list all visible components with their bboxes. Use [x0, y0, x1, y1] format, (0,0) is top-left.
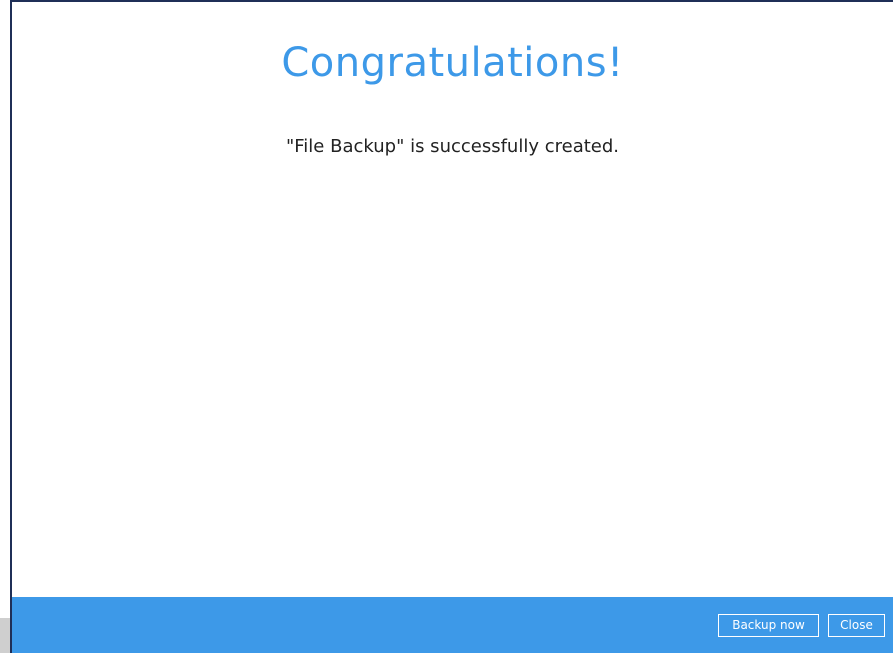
success-message: "File Backup" is successfully created.: [285, 136, 620, 157]
dialog-footer: Backup now Close: [12, 597, 893, 653]
backup-now-button[interactable]: Backup now: [718, 614, 819, 637]
completion-dialog: Congratulations! "File Backup" is succes…: [10, 0, 893, 653]
dialog-title: Congratulations!: [281, 40, 624, 86]
close-button[interactable]: Close: [828, 614, 885, 637]
background-strip: [0, 0, 10, 653]
background-taskbar-fragment: [0, 618, 10, 653]
